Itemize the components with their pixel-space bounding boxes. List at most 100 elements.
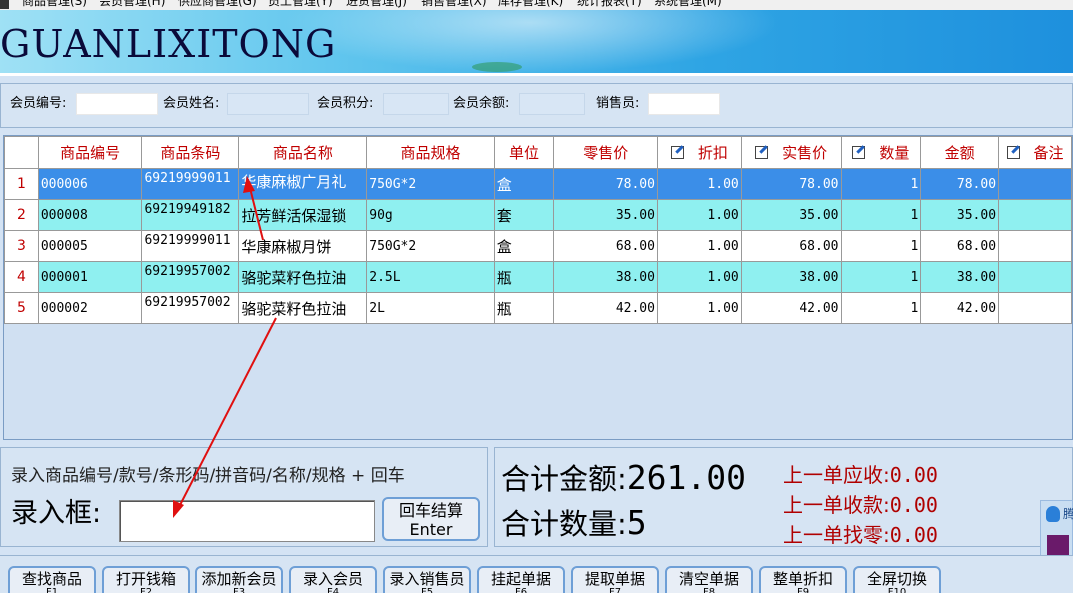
cell-unit[interactable]: 套 (493, 199, 555, 231)
menu-item-supplier[interactable]: 供应商管理(G) (178, 0, 257, 8)
hold-order-button[interactable]: 挂起单据 F6 (477, 566, 565, 593)
cell-barcode[interactable]: 69219957002 (141, 261, 240, 293)
cell-unit[interactable]: 盒 (493, 230, 555, 262)
cell-actual[interactable]: 38.00 (740, 261, 842, 293)
cell-retail[interactable]: 38.00 (553, 261, 658, 293)
table-row[interactable]: 2 000008 69219949182 拉芳鲜活保湿锁 90g 套 35.00… (4, 199, 1072, 231)
cell-name[interactable]: 骆驼菜籽色拉油 (238, 292, 368, 324)
cell-actual[interactable]: 42.00 (740, 292, 842, 324)
cell-note[interactable] (998, 199, 1072, 231)
cell-barcode[interactable]: 69219949182 (141, 199, 240, 231)
cell-retail[interactable]: 35.00 (553, 199, 658, 231)
cell-spec[interactable]: 750G*2 (366, 168, 495, 200)
table-row[interactable]: 5 000002 69219957002 骆驼菜籽色拉油 2L 瓶 42.00 … (4, 292, 1072, 324)
cell-qty[interactable]: 1 (840, 168, 922, 200)
member-name-field[interactable] (227, 93, 309, 115)
header-banner: GUANLIXITONG (0, 10, 1073, 73)
cell-note[interactable] (998, 230, 1072, 262)
cell-name[interactable]: 华康麻椒广月礼 (238, 168, 368, 200)
menu-item-reports[interactable]: 统计报表(T) (577, 0, 642, 8)
menu-item-system[interactable]: 系统管理(M) (654, 0, 722, 8)
cell-discount[interactable]: 1.00 (656, 199, 742, 231)
cell-qty[interactable]: 1 (840, 199, 922, 231)
member-balance-field[interactable] (519, 93, 585, 115)
cell-code[interactable]: 000008 (37, 199, 143, 231)
col-header-actual[interactable]: 实售价 (740, 136, 842, 169)
table-row[interactable]: 4 000001 69219957002 骆驼菜籽色拉油 2.5L 瓶 38.0… (4, 261, 1072, 293)
cell-name[interactable]: 拉芳鲜活保湿锁 (238, 199, 368, 231)
cell-code[interactable]: 000002 (37, 292, 143, 324)
menu-item-purchase[interactable]: 进货管理(J) (346, 0, 407, 8)
cell-retail[interactable]: 68.00 (553, 230, 658, 262)
col-header-note[interactable]: 备注 (998, 136, 1072, 169)
col-header-spec[interactable]: 商品规格 (366, 136, 495, 169)
menu-item-member[interactable]: 会员管理(H) (99, 0, 165, 8)
cell-name[interactable]: 华康麻椒月饼 (238, 230, 368, 262)
cell-amount[interactable]: 38.00 (920, 261, 1000, 293)
cell-note[interactable] (998, 261, 1072, 293)
menu-item-goods[interactable]: 商品管理(S) (22, 0, 87, 8)
cell-discount[interactable]: 1.00 (656, 261, 742, 293)
menu-item-staff[interactable]: 员工管理(Y) (268, 0, 333, 8)
table-row[interactable]: 1 000006 69219999011 华康麻椒广月礼 750G*2 盒 78… (4, 168, 1072, 200)
retrieve-order-button[interactable]: 提取单据 F7 (571, 566, 659, 593)
sales-grid[interactable]: 商品编号 商品条码 商品名称 商品规格 单位 零售价 折扣 实售价 数量 金额 … (3, 135, 1073, 440)
col-header-name[interactable]: 商品名称 (238, 136, 368, 169)
cell-barcode[interactable]: 69219999011 (141, 168, 240, 200)
cell-unit[interactable]: 盒 (493, 168, 555, 200)
cell-code[interactable]: 000005 (37, 230, 143, 262)
find-goods-button[interactable]: 查找商品 F1 (8, 566, 96, 593)
cell-unit[interactable]: 瓶 (493, 292, 555, 324)
cell-spec[interactable]: 90g (366, 199, 495, 231)
cell-discount[interactable]: 1.00 (656, 168, 742, 200)
member-id-field[interactable] (76, 93, 158, 115)
cell-discount[interactable]: 1.00 (656, 230, 742, 262)
open-cashbox-button[interactable]: 打开钱箱 F2 (102, 566, 190, 593)
cell-amount[interactable]: 78.00 (920, 168, 1000, 200)
cell-qty[interactable]: 1 (840, 261, 922, 293)
cell-actual[interactable]: 78.00 (740, 168, 842, 200)
cell-barcode[interactable]: 69219957002 (141, 292, 240, 324)
cell-retail[interactable]: 78.00 (553, 168, 658, 200)
cell-actual[interactable]: 35.00 (740, 199, 842, 231)
cell-barcode[interactable]: 69219999011 (141, 230, 240, 262)
cell-spec[interactable]: 750G*2 (366, 230, 495, 262)
cell-amount[interactable]: 35.00 (920, 199, 1000, 231)
col-header-unit[interactable]: 单位 (493, 136, 555, 169)
seller-label: 销售员: (596, 96, 640, 111)
cell-spec[interactable]: 2L (366, 292, 495, 324)
cell-code[interactable]: 000001 (37, 261, 143, 293)
fullscreen-toggle-button[interactable]: 全屏切换 F10 (853, 566, 941, 593)
cell-amount[interactable]: 42.00 (920, 292, 1000, 324)
seller-field[interactable] (648, 93, 720, 115)
menu-item-stock[interactable]: 库存管理(K) (498, 0, 563, 8)
col-header-amount[interactable]: 金额 (920, 136, 1000, 169)
cell-qty[interactable]: 1 (840, 292, 922, 324)
cell-spec[interactable]: 2.5L (366, 261, 495, 293)
cell-discount[interactable]: 1.00 (656, 292, 742, 324)
table-row[interactable]: 3 000005 69219999011 华康麻椒月饼 750G*2 盒 68.… (4, 230, 1072, 262)
cell-note[interactable] (998, 292, 1072, 324)
menu-item-sales[interactable]: 销售管理(X) (421, 0, 487, 8)
col-header-code[interactable]: 商品编号 (37, 136, 143, 169)
cell-code[interactable]: 000006 (37, 168, 143, 200)
cell-actual[interactable]: 68.00 (740, 230, 842, 262)
entry-input[interactable] (119, 500, 375, 542)
cell-unit[interactable]: 瓶 (493, 261, 555, 293)
enter-seller-button[interactable]: 录入销售员 F5 (383, 566, 471, 593)
col-header-qty[interactable]: 数量 (840, 136, 922, 169)
cell-retail[interactable]: 42.00 (553, 292, 658, 324)
cell-name[interactable]: 骆驼菜籽色拉油 (238, 261, 368, 293)
col-header-discount[interactable]: 折扣 (656, 136, 742, 169)
cell-amount[interactable]: 68.00 (920, 230, 1000, 262)
enter-checkout-button[interactable]: 回车结算 Enter (382, 497, 480, 541)
add-member-button[interactable]: 添加新会员 F3 (195, 566, 283, 593)
cell-note[interactable] (998, 168, 1072, 200)
col-header-retail[interactable]: 零售价 (553, 136, 658, 169)
enter-member-button[interactable]: 录入会员 F4 (289, 566, 377, 593)
cell-qty[interactable]: 1 (840, 230, 922, 262)
clear-order-button[interactable]: 清空单据 F8 (665, 566, 753, 593)
order-discount-button[interactable]: 整单折扣 F9 (759, 566, 847, 593)
col-header-barcode[interactable]: 商品条码 (141, 136, 240, 169)
member-points-field[interactable] (383, 93, 449, 115)
